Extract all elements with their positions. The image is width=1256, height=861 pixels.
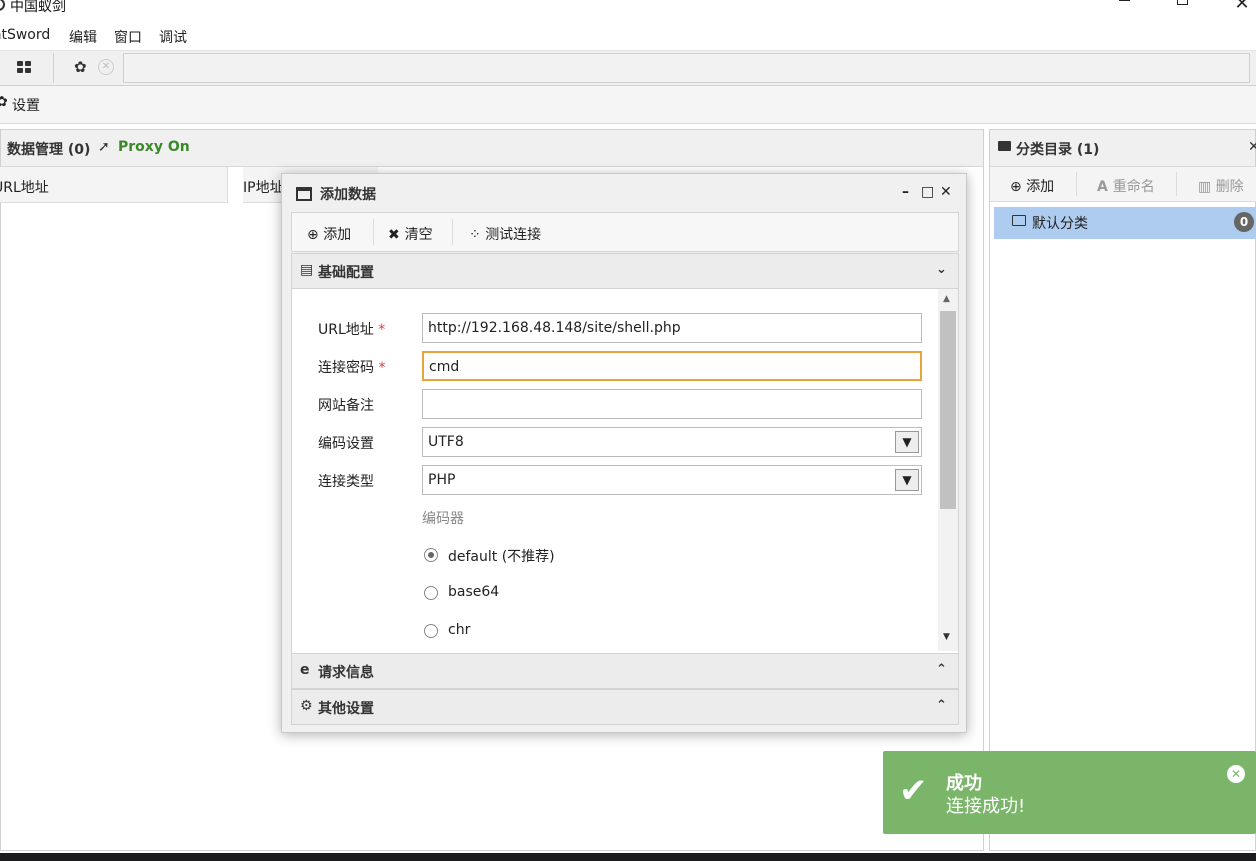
url-label: URL地址 * xyxy=(318,322,386,338)
scroll-thumb[interactable] xyxy=(940,311,956,509)
maximize-button[interactable] xyxy=(1168,0,1198,16)
chevron-up-icon: ⌃ xyxy=(936,662,947,677)
menu-antsword[interactable]: AntSword xyxy=(0,27,50,43)
close-icon: ✕ xyxy=(1234,0,1250,14)
category-count-badge: 0 xyxy=(1234,212,1254,232)
category-rename-button[interactable]: A 重命名 xyxy=(1097,176,1155,196)
type-label: 连接类型 xyxy=(318,474,374,490)
scroll-up-icon[interactable]: ▲ xyxy=(943,294,950,304)
radio-button[interactable] xyxy=(424,586,438,600)
app-logo-icon xyxy=(0,0,5,11)
tab-home[interactable] xyxy=(0,53,54,83)
tab-strip: ✿ ✕ xyxy=(0,51,1256,86)
dialog-maximize-button[interactable]: □ xyxy=(921,184,934,200)
section-request-header[interactable]: e 请求信息 ⌃ xyxy=(291,653,959,689)
section-basic-title: 基础配置 xyxy=(318,265,374,281)
form-scrollbar[interactable]: ▲ ▼ xyxy=(938,289,958,651)
grid-icon xyxy=(17,61,31,73)
section-other-header[interactable]: ⚙ 其他设置 ⌃ xyxy=(291,689,959,725)
settings-gear-icon: ✿ xyxy=(0,94,8,110)
category-toolbar: ⊕ 添加 A 重命名 ▥ 删除 xyxy=(990,167,1256,202)
dialog-clear-button[interactable]: ✖ 清空 xyxy=(388,224,433,244)
type-select[interactable]: PHP ▼ xyxy=(422,465,922,495)
category-panel-header: 分类目录 (1) ✕ xyxy=(990,130,1256,167)
menu-bar: AntSword 编辑 窗口 调试 xyxy=(0,22,1256,51)
paper-plane-icon: ➚ xyxy=(98,139,110,155)
section-other-title: 其他设置 xyxy=(318,701,374,717)
menu-window[interactable]: 窗口 xyxy=(114,27,142,47)
success-toast: ✔ 成功 连接成功! ✕ xyxy=(883,751,1256,834)
dialog-header: 添加数据 – □ ✕ xyxy=(282,174,966,212)
gears-icon: ⚙ xyxy=(300,698,313,714)
type-value: PHP xyxy=(428,472,456,488)
folder-icon xyxy=(998,141,1011,151)
basic-config-body: URL地址 * http://192.168.48.148/site/shell… xyxy=(291,289,959,653)
document-icon: ▤ xyxy=(300,262,314,278)
category-panel-title: 分类目录 (1) xyxy=(1016,142,1100,158)
category-item[interactable]: 默认分类 0 xyxy=(994,207,1256,239)
plus-circle-icon: ⊕ xyxy=(307,227,324,243)
radio-button[interactable] xyxy=(424,548,438,562)
chevron-up-icon: ⌃ xyxy=(936,698,947,713)
settings-label[interactable]: 设置 xyxy=(12,95,40,115)
toast-close-icon[interactable]: ✕ xyxy=(1227,765,1245,783)
encoding-value: UTF8 xyxy=(428,434,464,450)
toast-message: 连接成功! xyxy=(946,796,1026,817)
encoding-select[interactable]: UTF8 ▼ xyxy=(422,427,922,457)
desktop-background-strip xyxy=(0,853,1256,861)
password-label: 连接密码 * xyxy=(318,360,386,376)
window-icon xyxy=(296,187,312,201)
x-icon: ✖ xyxy=(388,227,405,243)
minimize-icon xyxy=(1119,0,1130,1)
radio-button[interactable] xyxy=(424,624,438,638)
chevron-down-icon: ▼ xyxy=(895,469,919,491)
encoding-label: 编码设置 xyxy=(318,436,374,452)
window-titlebar: 中国蚁剑 ✕ xyxy=(0,0,1256,22)
data-panel-header: 数据管理 (0) ➚ Proxy On xyxy=(1,130,983,167)
close-window-button[interactable]: ✕ xyxy=(1227,0,1256,16)
gear-icon: ✿ xyxy=(74,58,87,76)
dialog-minimize-button[interactable]: – xyxy=(902,184,909,200)
window-title: 中国蚁剑 xyxy=(10,0,66,15)
spinner-icon: ⁘ xyxy=(469,227,486,243)
maximize-icon xyxy=(1177,0,1188,5)
section-basic-header[interactable]: ▤ 基础配置 ⌄ xyxy=(291,253,959,289)
dialog-title: 添加数据 xyxy=(320,187,376,203)
chevron-down-icon: ⌄ xyxy=(936,262,947,277)
scroll-down-icon[interactable]: ▼ xyxy=(943,632,950,642)
data-panel-title: 数据管理 (0) xyxy=(7,142,91,158)
category-name: 默认分类 xyxy=(1032,216,1088,232)
password-input[interactable]: cmd xyxy=(422,351,922,381)
add-data-dialog: 添加数据 – □ ✕ ⊕ 添加 ✖ 清空 ⁘ 测试连接 ▤ 基础配置 ⌄ URL… xyxy=(281,173,967,733)
chevron-down-icon: ▼ xyxy=(895,431,919,453)
category-add-button[interactable]: ⊕ 添加 xyxy=(1010,176,1054,196)
minimize-button[interactable] xyxy=(1110,0,1140,16)
folder-open-icon xyxy=(1012,215,1026,226)
url-input[interactable]: http://192.168.48.148/site/shell.php xyxy=(422,313,922,343)
proxy-status: Proxy On xyxy=(118,139,190,155)
menu-debug[interactable]: 调试 xyxy=(159,27,187,47)
section-request-title: 请求信息 xyxy=(318,665,374,681)
plus-circle-icon: ⊕ xyxy=(1010,179,1027,195)
font-icon: A xyxy=(1097,179,1113,195)
dialog-toolbar: ⊕ 添加 ✖ 清空 ⁘ 测试连接 xyxy=(291,212,959,252)
ie-icon: e xyxy=(300,662,310,678)
tab-close-icon[interactable]: ✕ xyxy=(98,59,114,75)
dialog-add-button[interactable]: ⊕ 添加 xyxy=(307,224,351,244)
menu-edit[interactable]: 编辑 xyxy=(69,27,97,47)
encoder-label: 编码器 xyxy=(422,511,464,527)
settings-toolbar: ✿ 设置 xyxy=(0,86,1256,124)
category-delete-button[interactable]: ▥ 删除 xyxy=(1198,176,1244,196)
dialog-test-connection-button[interactable]: ⁘ 测试连接 xyxy=(469,224,541,244)
dialog-close-button[interactable]: ✕ xyxy=(940,184,952,200)
note-input[interactable] xyxy=(422,389,922,419)
column-url[interactable]: URL地址 xyxy=(0,167,228,203)
note-label: 网站备注 xyxy=(318,398,374,414)
tab-strip-empty xyxy=(124,53,1250,83)
tab-settings[interactable]: ✿ ✕ xyxy=(54,53,124,83)
checkmark-icon: ✔ xyxy=(899,771,928,811)
trash-icon: ▥ xyxy=(1198,179,1216,195)
category-panel: 分类目录 (1) ✕ ⊕ 添加 A 重命名 ▥ 删除 默认分类 0 xyxy=(989,129,1256,851)
panel-close-icon[interactable]: ✕ xyxy=(1248,139,1256,155)
